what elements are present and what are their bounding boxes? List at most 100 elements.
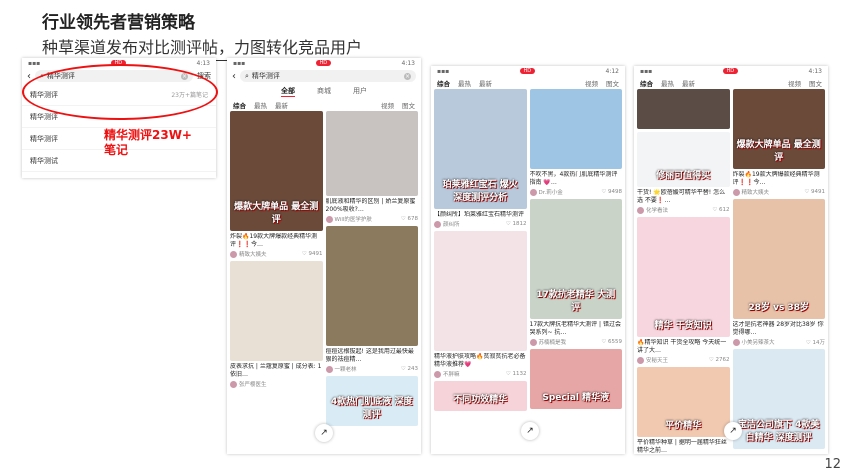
avatar bbox=[529, 338, 537, 346]
like-count[interactable]: ♡ 1812 bbox=[506, 221, 527, 227]
note-cover-image: 宝洁公司旗下 4款美白精华 深度测评 bbox=[732, 349, 825, 449]
filter-hot[interactable]: 最热 bbox=[254, 100, 267, 110]
heart-icon: ♡ bbox=[601, 189, 608, 195]
filter-comprehensive[interactable]: 综合 bbox=[437, 78, 450, 88]
note-card[interactable]: 珀莱雅红宝石 爆火 深度测评分析 【颜纠所】珀莱雅红宝石精华测评 颜纠所 ♡ 1812 bbox=[434, 89, 527, 228]
filter-video[interactable]: 视频 bbox=[788, 78, 801, 88]
note-author: 不胖嘛 bbox=[443, 372, 460, 378]
cover-caption: 爆款大牌单品 最全测评 bbox=[736, 140, 821, 163]
like-count[interactable]: ♡ 9491 bbox=[804, 189, 825, 195]
like-value: 678 bbox=[407, 216, 419, 222]
note-cover-image: 精华 干货知识 bbox=[637, 217, 730, 337]
slide-subtitle: 种草渠道发布对比测评帖，力图转化竞品用户 bbox=[42, 34, 363, 61]
avatar bbox=[325, 215, 333, 223]
clear-icon[interactable]: × bbox=[404, 72, 411, 80]
note-meta: 精致大姨夫 ♡ 9491 bbox=[732, 188, 825, 196]
highlight-circle bbox=[22, 64, 218, 120]
share-icon[interactable]: ↗ bbox=[724, 422, 742, 440]
note-card[interactable]: 宝洁公司旗下 4款美白精华 深度测评 bbox=[732, 349, 825, 449]
note-card[interactable]: 平价精华平价精华种草 | 据明一届精华狂丝精华之前… bbox=[637, 367, 730, 454]
suggestion-text: 精华测评 bbox=[30, 134, 58, 143]
note-author: 苏楠楠是我 bbox=[538, 340, 567, 346]
filter-hot[interactable]: 最热 bbox=[661, 78, 674, 88]
filter-image[interactable]: 图文 bbox=[809, 78, 822, 88]
note-card[interactable]: Special 精华液 bbox=[529, 349, 622, 409]
note-card[interactable]: 皮表求抗 | 兰蔻复原蜜 | 成分表: 1 依旧… 张严樱医生 bbox=[230, 261, 323, 388]
like-count[interactable]: ♡ 1132 bbox=[506, 371, 527, 377]
tab-mall[interactable]: 商城 bbox=[317, 86, 331, 96]
filter-video[interactable]: 视频 bbox=[381, 100, 394, 110]
note-meta: 颜纠所 ♡ 1812 bbox=[434, 220, 527, 228]
note-card[interactable]: 不吹不黑，4款热门肌底精华测评指南 💗… Dr.莉小金 ♡ 9498 bbox=[529, 89, 622, 196]
filter-hot[interactable]: 最热 bbox=[458, 78, 471, 88]
avatar bbox=[434, 370, 441, 378]
note-card[interactable]: 4款热门肌底液 深度测评 bbox=[325, 376, 418, 426]
like-count[interactable]: ♡ 6559 bbox=[601, 339, 622, 345]
heart-icon: ♡ bbox=[708, 357, 716, 363]
status-bar: ▪▪▪ HD 4:13 bbox=[640, 67, 822, 75]
like-count[interactable]: ♡ 14万 bbox=[806, 338, 825, 346]
tab-all[interactable]: 全部 bbox=[281, 86, 295, 97]
filter-comprehensive[interactable]: 综合 bbox=[233, 100, 246, 110]
like-value: 243 bbox=[407, 366, 419, 372]
note-author: Dr.莉小金 bbox=[538, 190, 563, 196]
note-cover-image bbox=[637, 89, 730, 129]
note-card[interactable]: 精华 干货知识 🔥精华知识 干货全攻略 今天统一讲了大… 安秘天王 ♡ 2762 bbox=[637, 217, 730, 364]
note-card[interactable]: 修丽可值得买 干货! 🌟欧蓓媛可精华平替! 怎么选 不要❗… 化学看法 ♡ 612 bbox=[637, 132, 730, 214]
note-card[interactable]: 爆款大牌单品 最全测评 炸裂🔥19款大牌爆款经典精华测评❗❗今… 精致大姨夫 ♡ 94… bbox=[732, 89, 825, 196]
note-cover-image: Special 精华液 bbox=[529, 349, 622, 409]
search-input[interactable]: ⌕ 精华测评 × bbox=[240, 70, 416, 82]
note-card[interactable]: 痘痘远根拔起! 这是我用过最快最狠的祛痘精… 一颗老林 ♡ 243 bbox=[325, 226, 418, 373]
filter-new[interactable]: 最新 bbox=[479, 78, 492, 88]
share-icon[interactable]: ↗ bbox=[315, 424, 333, 442]
cover-caption: Special 精华液 bbox=[542, 393, 610, 403]
like-value: 2762 bbox=[715, 357, 730, 363]
like-count[interactable]: ♡ 9491 bbox=[302, 251, 323, 257]
note-cover-image bbox=[230, 261, 323, 361]
filter-video[interactable]: 视频 bbox=[585, 78, 598, 88]
like-count[interactable]: ♡ 243 bbox=[401, 366, 418, 372]
note-author: 安秘天王 bbox=[646, 358, 669, 364]
like-count[interactable]: ♡ 2762 bbox=[709, 357, 730, 363]
cover-caption: 珀莱雅红宝石 爆火 深度测评分析 bbox=[442, 180, 518, 203]
note-card[interactable]: 不同功效精华 bbox=[434, 381, 527, 411]
share-icon[interactable]: ↗ bbox=[521, 422, 539, 440]
note-card[interactable]: 28岁 vs 38岁 这才是抗老神器 28岁对比38岁 你觉得哪… 小美另辣茶大 ♡ … bbox=[732, 199, 825, 346]
note-title: 不吹不黑，4款热门肌底精华测评指南 💗… bbox=[529, 171, 618, 186]
like-value: 9491 bbox=[308, 251, 323, 257]
note-card[interactable]: 精华液护肤攻略🔥贫寂贫抗老必备精华液推荐💗 不胖嘛 ♡ 1132 bbox=[434, 231, 527, 378]
back-icon[interactable]: ‹ bbox=[232, 71, 236, 82]
filter-comprehensive[interactable]: 综合 bbox=[640, 78, 653, 88]
note-title: 平价精华种草 | 据明一届精华狂丝精华之前… bbox=[637, 439, 727, 454]
phone-results-2: ▪▪▪ HD 4:12 综合 最热 最新 视频 图文 珀莱雅红宝石 爆火 深度测评分… bbox=[431, 66, 625, 454]
avatar bbox=[434, 220, 441, 228]
note-card[interactable]: 17款抗老精华 大测评 17款大牌抗老精华大测评 | 错过会哭系列~ 抗… 苏楠楠是… bbox=[529, 199, 622, 346]
like-count[interactable]: ♡ 612 bbox=[712, 207, 729, 213]
heart-icon: ♡ bbox=[400, 216, 408, 222]
note-cover-image bbox=[325, 111, 418, 196]
note-cover-image: 珀莱雅红宝石 爆火 深度测评分析 bbox=[434, 89, 527, 209]
filter-image[interactable]: 图文 bbox=[402, 100, 415, 110]
note-meta: 一颗老林 ♡ 243 bbox=[325, 365, 418, 373]
like-count[interactable]: ♡ 9498 bbox=[601, 189, 622, 195]
note-card[interactable]: 爆款大牌单品 最全测评 炸裂🔥19款大牌爆款经典精华测评❗❗今… 精致大姨夫 ♡ 94… bbox=[230, 111, 323, 258]
note-author: 张严樱医生 bbox=[239, 382, 267, 388]
note-meta: 苏楠楠是我 ♡ 6559 bbox=[529, 338, 622, 346]
heart-icon: ♡ bbox=[601, 339, 608, 345]
note-cover-image: 平价精华 bbox=[637, 367, 730, 437]
note-author: 小美另辣茶大 bbox=[741, 340, 775, 346]
note-card[interactable] bbox=[637, 89, 730, 129]
note-meta: 不胖嘛 ♡ 1132 bbox=[434, 370, 527, 378]
filter-new[interactable]: 最新 bbox=[275, 100, 288, 110]
note-author: 精致大姨夫 bbox=[239, 252, 267, 258]
search-icon: ⌕ bbox=[245, 71, 249, 80]
cover-caption: 17款抗老精华 大测评 bbox=[536, 290, 616, 313]
note-meta: 张严樱医生 bbox=[230, 380, 323, 388]
tab-users[interactable]: 用户 bbox=[353, 86, 367, 96]
page-number: 12 bbox=[824, 457, 841, 472]
filter-image[interactable]: 图文 bbox=[606, 78, 619, 88]
avatar bbox=[732, 188, 740, 196]
note-card[interactable]: 肌底液和精华的区别 | 娇兰复原蜜200%吸收?… Will的医学护肤 ♡ 678 bbox=[325, 111, 418, 223]
like-count[interactable]: ♡ 678 bbox=[401, 216, 418, 222]
filter-new[interactable]: 最新 bbox=[682, 78, 695, 88]
